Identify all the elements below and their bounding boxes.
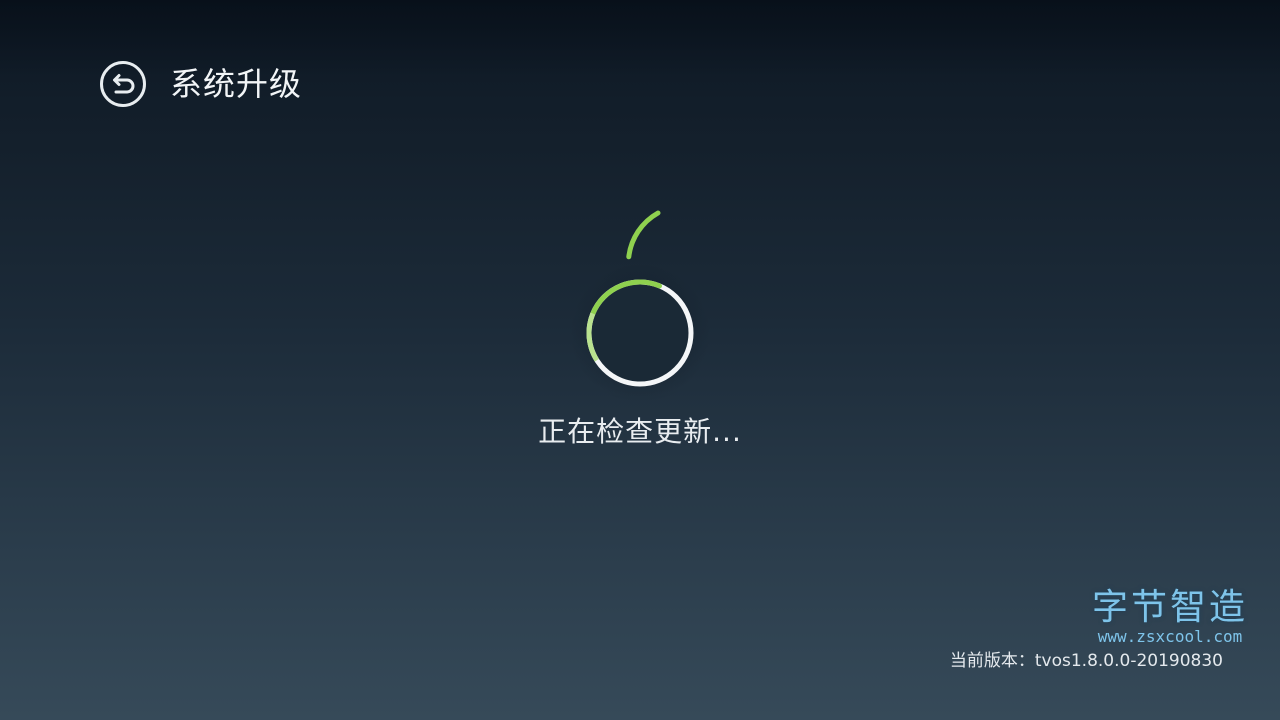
watermark-url: www.zsxcool.com: [1097, 627, 1243, 646]
loading-spinner: [560, 190, 720, 400]
back-button[interactable]: [99, 60, 147, 108]
loading-spinner-icon: [570, 210, 710, 400]
back-arrow-icon[interactable]: [99, 60, 147, 108]
watermark-name: 字节智造: [1091, 587, 1248, 628]
update-status-text: 正在检查更新...: [538, 415, 742, 448]
watermark: 字节智造 www.zsxcool.com: [1080, 588, 1260, 646]
version-value: tvos1.8.0.0-20190830: [1034, 651, 1223, 671]
version-label: 当前版本：: [949, 651, 1035, 671]
page-title: 系统升级: [170, 65, 303, 103]
current-version: 当前版本：tvos1.8.0.0-20190830: [950, 648, 1223, 674]
header: 系统升级: [99, 60, 302, 108]
